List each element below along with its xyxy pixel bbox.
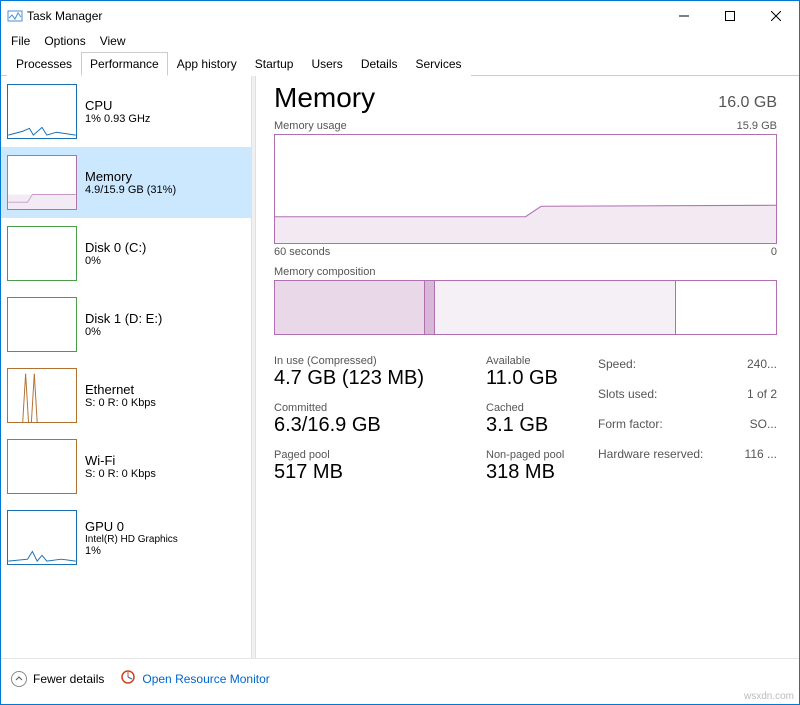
hwres-label: Hardware reserved: (598, 447, 703, 461)
wifi-thumb (7, 439, 77, 494)
menubar: File Options View (1, 31, 799, 51)
memory-usage-graph[interactable] (274, 134, 777, 244)
disk0-sub: 0% (85, 255, 146, 267)
comp-modified (425, 281, 435, 334)
x-left: 60 seconds (274, 246, 330, 258)
inuse-label: In use (Compressed) (274, 355, 474, 367)
speed-value: 240... (747, 357, 777, 371)
chevron-up-icon[interactable] (11, 671, 27, 687)
minimize-button[interactable] (661, 1, 707, 31)
disk1-name: Disk 1 (D: E:) (85, 311, 162, 326)
committed-label: Committed (274, 402, 474, 414)
memory-composition-graph[interactable] (274, 280, 777, 335)
committed-value: 6.3/16.9 GB (274, 414, 474, 437)
detail-pane: Memory 16.0 GB Memory usage15.9 GB 60 se… (256, 76, 799, 658)
menu-file[interactable]: File (11, 34, 30, 48)
footer: Fewer details Open Resource Monitor (1, 658, 799, 698)
titlebar[interactable]: Task Manager (1, 1, 799, 31)
cpu-name: CPU (85, 98, 150, 113)
disk0-thumb (7, 226, 77, 281)
tab-users[interactable]: Users (302, 52, 351, 76)
eth-name: Ethernet (85, 382, 156, 397)
menu-view[interactable]: View (100, 34, 126, 48)
disk0-name: Disk 0 (C:) (85, 240, 146, 255)
memory-thumb (7, 155, 77, 210)
gpu-sub: Intel(R) HD Graphics (85, 534, 178, 545)
maximize-button[interactable] (707, 1, 753, 31)
resource-monitor-icon[interactable] (120, 669, 136, 688)
nonpaged-value: 318 MB (486, 461, 586, 484)
available-label: Available (486, 355, 586, 367)
close-button[interactable] (753, 1, 799, 31)
content: CPU1% 0.93 GHz Memory4.9/15.9 GB (31%) D… (1, 76, 799, 658)
watermark: wsxdn.com (744, 691, 794, 702)
detail-total: 16.0 GB (718, 94, 777, 112)
gpu-name: GPU 0 (85, 519, 178, 534)
disk1-sub: 0% (85, 326, 162, 338)
sidebar-item-gpu[interactable]: GPU 0Intel(R) HD Graphics1% (1, 502, 251, 573)
slots-label: Slots used: (598, 387, 657, 401)
comp-label: Memory composition (274, 266, 375, 278)
nonpaged-label: Non-paged pool (486, 449, 586, 461)
perf-sidebar[interactable]: CPU1% 0.93 GHz Memory4.9/15.9 GB (31%) D… (1, 76, 251, 658)
disk1-thumb (7, 297, 77, 352)
tab-details[interactable]: Details (352, 52, 407, 76)
tab-processes[interactable]: Processes (7, 52, 81, 76)
memory-name: Memory (85, 169, 176, 184)
resource-monitor-link[interactable]: Open Resource Monitor (142, 672, 269, 686)
window-controls (661, 1, 799, 31)
cached-label: Cached (486, 402, 586, 414)
cpu-sub: 1% 0.93 GHz (85, 113, 150, 125)
tab-startup[interactable]: Startup (246, 52, 303, 76)
detail-title: Memory (274, 82, 375, 114)
available-value: 11.0 GB (486, 367, 586, 390)
paged-label: Paged pool (274, 449, 474, 461)
comp-free (676, 281, 776, 334)
menu-options[interactable]: Options (44, 34, 85, 48)
slots-value: 1 of 2 (747, 387, 777, 401)
sidebar-item-ethernet[interactable]: EthernetS: 0 R: 0 Kbps (1, 360, 251, 431)
eth-thumb (7, 368, 77, 423)
tab-performance[interactable]: Performance (81, 52, 168, 76)
tab-services[interactable]: Services (407, 52, 471, 76)
sidebar-item-disk0[interactable]: Disk 0 (C:)0% (1, 218, 251, 289)
x-right: 0 (771, 246, 777, 258)
speed-label: Speed: (598, 357, 636, 371)
comp-standby (435, 281, 675, 334)
comp-inuse (275, 281, 425, 334)
formfactor-label: Form factor: (598, 417, 663, 431)
gpu-thumb (7, 510, 77, 565)
sidebar-item-disk1[interactable]: Disk 1 (D: E:)0% (1, 289, 251, 360)
inuse-value: 4.7 GB (123 MB) (274, 367, 474, 390)
memory-sub: 4.9/15.9 GB (31%) (85, 184, 176, 196)
tabstrip: Processes Performance App history Startu… (1, 51, 799, 76)
hwres-value: 116 ... (745, 447, 777, 461)
wifi-sub: S: 0 R: 0 Kbps (85, 468, 156, 480)
tab-app-history[interactable]: App history (168, 52, 246, 76)
formfactor-value: SO... (750, 417, 777, 431)
fewer-details-link[interactable]: Fewer details (33, 672, 104, 686)
paged-value: 517 MB (274, 461, 474, 484)
task-manager-icon (7, 8, 23, 24)
sidebar-item-wifi[interactable]: Wi-FiS: 0 R: 0 Kbps (1, 431, 251, 502)
window-title: Task Manager (27, 9, 102, 23)
cached-value: 3.1 GB (486, 414, 586, 437)
cpu-thumb (7, 84, 77, 139)
eth-sub: S: 0 R: 0 Kbps (85, 397, 156, 409)
sidebar-item-cpu[interactable]: CPU1% 0.93 GHz (1, 76, 251, 147)
sidebar-item-memory[interactable]: Memory4.9/15.9 GB (31%) (1, 147, 251, 218)
wifi-name: Wi-Fi (85, 453, 156, 468)
gpu-sub2: 1% (85, 545, 178, 557)
